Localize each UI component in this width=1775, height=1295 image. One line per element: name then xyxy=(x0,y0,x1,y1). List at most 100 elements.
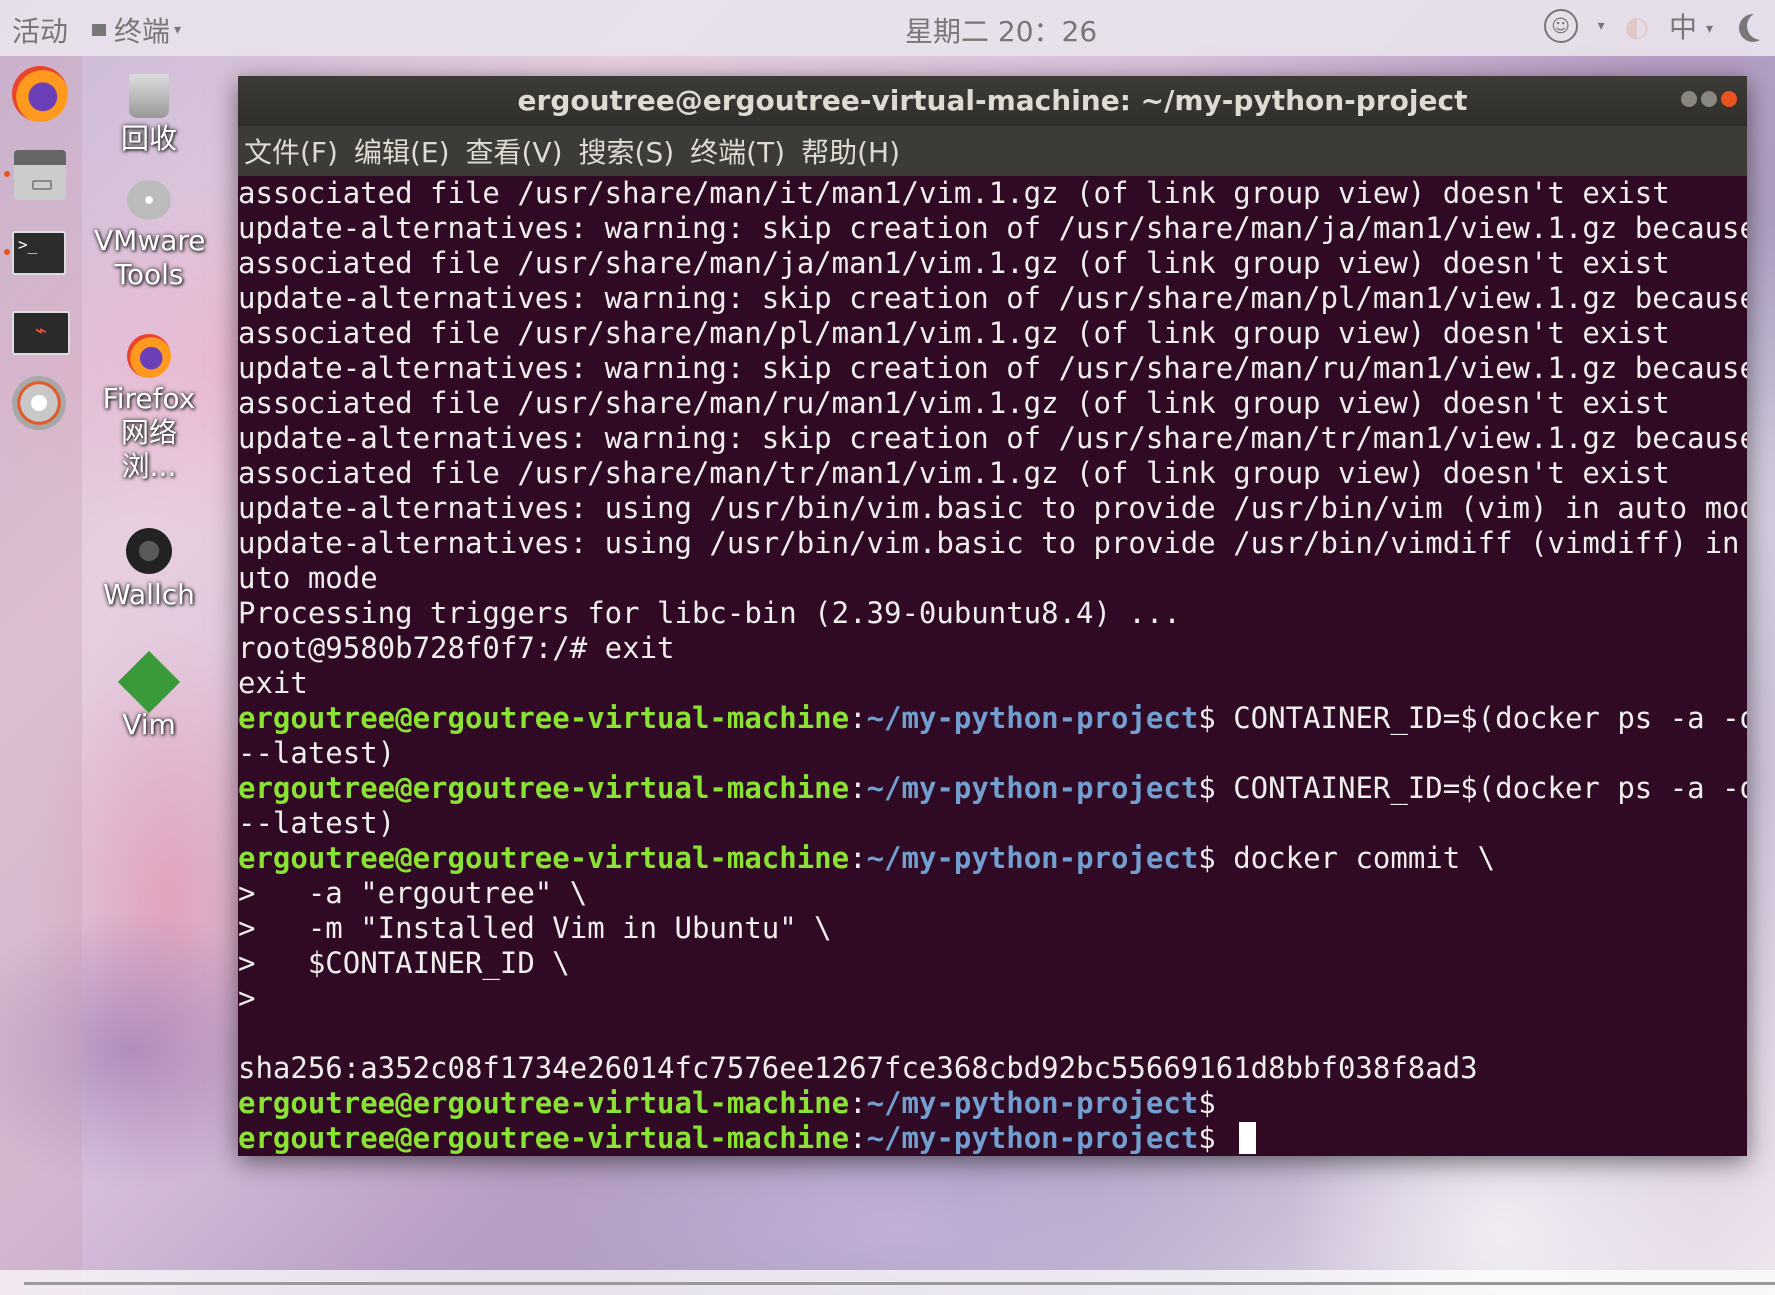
window-titlebar[interactable]: ergoutree@ergoutree-virtual-machine: ~/m… xyxy=(238,76,1747,126)
desktop-icon-label: VMware Tools xyxy=(94,224,206,291)
chevron-down-icon: ▾ xyxy=(174,22,182,38)
line-text: associated file /usr/share/man/pl/man1/v… xyxy=(238,316,1670,350)
window-title: ergoutree@ergoutree-virtual-machine: ~/m… xyxy=(517,84,1468,117)
line-text: update-alternatives: warning: skip creat… xyxy=(238,351,1747,385)
dock-files[interactable] xyxy=(4,146,70,204)
line-text: > -m "Installed Vim in Ubuntu" \ xyxy=(238,911,832,945)
settings-icon xyxy=(12,376,66,430)
window-controls xyxy=(1681,91,1737,107)
terminal-window[interactable]: ergoutree@ergoutree-virtual-machine: ~/m… xyxy=(238,76,1747,1156)
prompt-line: ergoutree@ergoutree-virtual-machine:~/my… xyxy=(238,841,1747,876)
network-icon[interactable]: ◐ xyxy=(1625,10,1649,43)
output-line: > $CONTAINER_ID \ xyxy=(238,946,1747,981)
dock-system-monitor[interactable]: ⌁ xyxy=(12,302,70,360)
dock: >_ ⌁ xyxy=(0,56,82,1295)
line-text: CONTAINER_ID=$(docker ps -a -q xyxy=(1215,701,1747,735)
line-text: > $CONTAINER_ID \ xyxy=(238,946,570,980)
menu-edit[interactable]: 编辑(E) xyxy=(354,131,450,171)
line-text: > -a "ergoutree" \ xyxy=(238,876,588,910)
terminal-output[interactable]: associated file /usr/share/man/it/man1/v… xyxy=(238,176,1747,1156)
prompt-path: ~/my-python-project xyxy=(866,1086,1199,1120)
input-method-label: 中 xyxy=(1669,11,1698,44)
prompt-line: ergoutree@ergoutree-virtual-machine:~/my… xyxy=(238,1086,1747,1121)
menu-search[interactable]: 搜索(S) xyxy=(579,131,675,171)
desktop-icon-vim[interactable]: Vim xyxy=(94,650,204,742)
line-text: associated file /usr/share/man/tr/man1/v… xyxy=(238,456,1670,490)
prompt-path: ~/my-python-project xyxy=(866,701,1199,735)
app-menu[interactable]: 终端 ▾ xyxy=(92,10,181,50)
output-line: update-alternatives: warning: skip creat… xyxy=(238,281,1747,316)
app-menu-label: 终端 xyxy=(114,15,171,48)
desktop-icon-label: Wallch xyxy=(103,578,195,611)
prompt-symbol: $ xyxy=(1198,771,1216,805)
prompt-user: ergoutree@ergoutree-virtual-machine xyxy=(238,771,850,805)
line-text: docker commit \ xyxy=(1215,841,1496,875)
output-line: root@9580b728f0f7:/# exit xyxy=(238,631,1747,666)
line-text: update-alternatives: using /usr/bin/vim.… xyxy=(238,491,1747,525)
line-text: CONTAINER_ID=$(docker ps -a -q xyxy=(1215,771,1747,805)
dock-terminal[interactable]: >_ xyxy=(4,224,70,282)
firefox-icon xyxy=(12,66,68,122)
prompt-separator: : xyxy=(849,1121,867,1155)
output-line: update-alternatives: warning: skip creat… xyxy=(238,421,1747,456)
prompt-user: ergoutree@ergoutree-virtual-machine xyxy=(238,701,850,735)
dock-firefox[interactable] xyxy=(12,66,70,124)
prompt-separator: : xyxy=(849,841,867,875)
output-line: update-alternatives: warning: skip creat… xyxy=(238,351,1747,386)
desktop-icon-trash[interactable]: 回收 xyxy=(94,74,204,156)
desktop-icon-firefox[interactable]: Firefox 网络浏... xyxy=(94,334,204,484)
prompt-line: ergoutree@ergoutree-virtual-machine:~/my… xyxy=(238,701,1747,736)
text-cursor xyxy=(1239,1122,1257,1154)
line-text xyxy=(1216,1121,1233,1155)
files-icon xyxy=(14,150,66,200)
maximize-icon[interactable] xyxy=(1701,91,1717,107)
chevron-down-icon: ▾ xyxy=(1597,18,1605,34)
chevron-down-icon: ▾ xyxy=(1705,21,1713,37)
menu-help[interactable]: 帮助(H) xyxy=(801,131,900,171)
line-text: sha256:a352c08f1734e26014fc7576ee1267fce… xyxy=(238,1051,1478,1085)
activities-button[interactable]: 活动 xyxy=(12,10,68,50)
accessibility-icon[interactable]: ☺ xyxy=(1543,9,1578,43)
output-line: sha256:a352c08f1734e26014fc7576ee1267fce… xyxy=(238,1051,1747,1086)
prompt-symbol: $ xyxy=(1198,1086,1216,1120)
menu-terminal[interactable]: 终端(T) xyxy=(690,131,785,171)
line-text: update-alternatives: warning: skip creat… xyxy=(238,281,1747,315)
dvd-icon xyxy=(127,180,171,220)
prompt-user: ergoutree@ergoutree-virtual-machine xyxy=(238,1086,850,1120)
desktop-icon-vmware-tools[interactable]: VMware Tools xyxy=(94,180,206,292)
menu-view[interactable]: 查看(V) xyxy=(466,131,563,171)
line-text: Processing triggers for libc-bin (2.39-0… xyxy=(238,596,1181,630)
close-icon[interactable] xyxy=(1721,91,1737,107)
dock-settings[interactable] xyxy=(12,376,70,434)
minimize-icon[interactable] xyxy=(1681,91,1697,107)
night-light-icon[interactable] xyxy=(1747,12,1775,40)
bottom-strip xyxy=(0,1270,1775,1295)
prompt-separator: : xyxy=(849,771,867,805)
line-text: uto mode xyxy=(238,561,378,595)
running-indicator xyxy=(4,171,10,177)
output-line: exit xyxy=(238,666,1747,701)
vim-icon xyxy=(117,650,181,714)
menu-bar: 文件(F) 编辑(E) 查看(V) 搜索(S) 终端(T) 帮助(H) xyxy=(238,126,1747,176)
desktop-icon-wallch[interactable]: Wallch xyxy=(94,528,204,612)
output-line: > -a "ergoutree" \ xyxy=(238,876,1747,911)
menu-file[interactable]: 文件(F) xyxy=(244,131,338,171)
output-line: associated file /usr/share/man/tr/man1/v… xyxy=(238,456,1747,491)
prompt-path: ~/my-python-project xyxy=(866,1121,1199,1155)
terminal-app-icon xyxy=(92,24,106,36)
prompt-user: ergoutree@ergoutree-virtual-machine xyxy=(238,841,850,875)
output-line: --latest) xyxy=(238,736,1747,771)
input-method-indicator[interactable]: 中 ▾ xyxy=(1669,6,1713,46)
desktop-icon-label: 回收 xyxy=(120,122,177,155)
firefox-icon xyxy=(127,334,171,378)
line-text: update-alternatives: warning: skip creat… xyxy=(238,211,1747,245)
clock[interactable]: 星期二 20：26 xyxy=(905,10,1097,50)
prompt-symbol: $ xyxy=(1198,841,1216,875)
line-text: exit xyxy=(238,666,308,700)
output-line: associated file /usr/share/man/it/man1/v… xyxy=(238,176,1747,211)
prompt-separator: : xyxy=(849,701,867,735)
prompt-line: ergoutree@ergoutree-virtual-machine:~/my… xyxy=(238,1121,1747,1156)
line-text: associated file /usr/share/man/it/man1/v… xyxy=(238,176,1670,210)
output-line: update-alternatives: warning: skip creat… xyxy=(238,211,1747,246)
